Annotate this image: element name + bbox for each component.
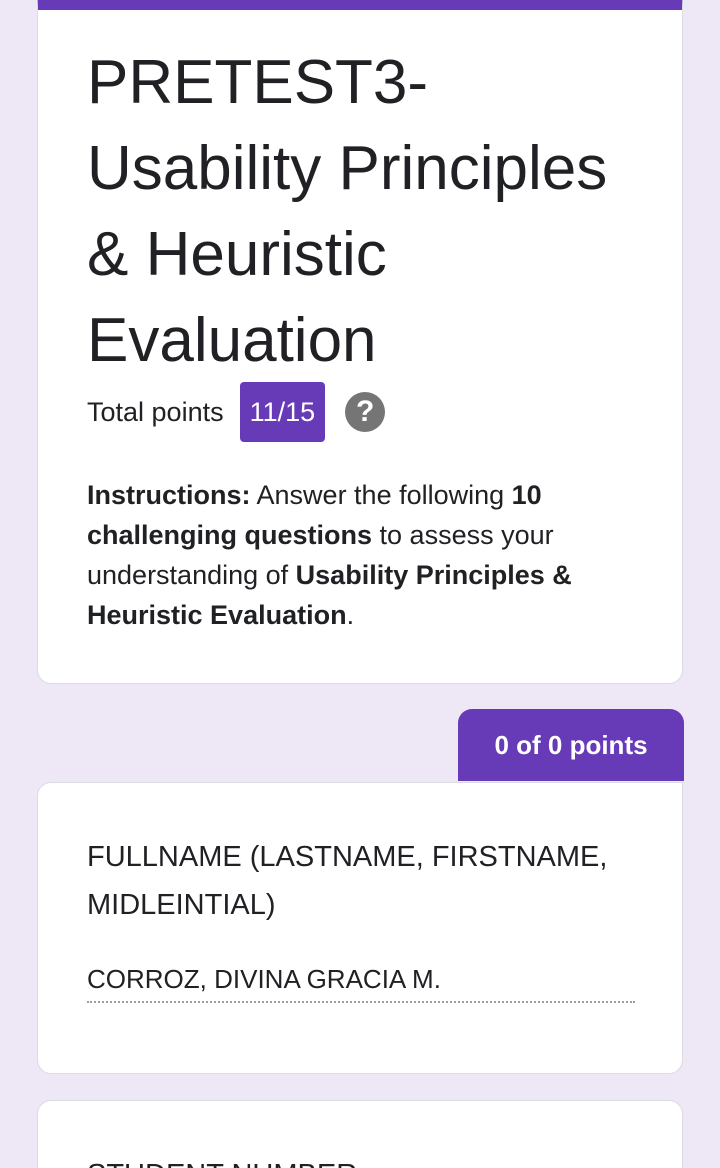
question-title: STUDENT NUMBER [87,1151,357,1168]
instructions-lead: Instructions: [87,480,251,510]
score-badge: 11/15 [239,382,326,442]
question-card-student-number: STUDENT NUMBER [37,1100,683,1168]
question-card-fullname: FULLNAME (LASTNAME, FIRSTNAME, MIDLEINTI… [37,782,683,1074]
form-header-card: PRETEST3- Usability Principles & Heurist… [37,0,683,684]
instructions-text-1: Answer the following [250,480,512,510]
question-title: FULLNAME (LASTNAME, FIRSTNAME, MIDLEINTI… [87,841,608,921]
answer-field: CORROZ, DIVINA GRACIA M. [87,959,635,1003]
form-instructions: Instructions: Answer the following 10 ch… [87,475,627,635]
total-points-label: Total points [87,396,224,427]
help-icon[interactable]: ? [345,392,386,432]
form-title: PRETEST3- Usability Principles & Heurist… [87,48,608,375]
form-page: PRETEST3- Usability Principles & Heurist… [0,0,720,1168]
instructions-text-3: . [346,600,355,630]
section-points-tab: 0 of 0 points [458,709,684,781]
total-points-row: Total points 11/15 ? [87,382,386,442]
